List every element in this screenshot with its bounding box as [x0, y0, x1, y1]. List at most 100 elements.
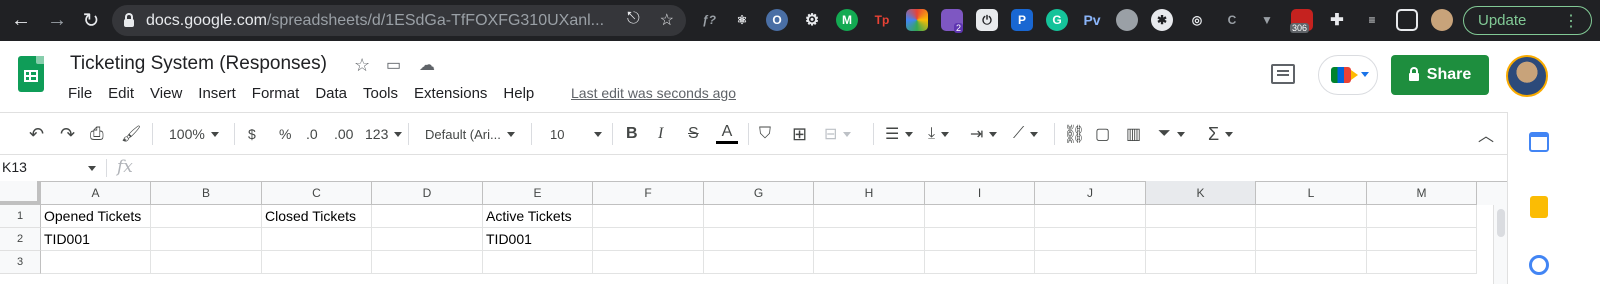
- cell-k2[interactable]: [1146, 228, 1256, 251]
- account-avatar[interactable]: [1506, 55, 1548, 97]
- text-wrap-icon[interactable]: ⇥: [970, 113, 998, 155]
- extension-o-icon[interactable]: O: [766, 9, 788, 31]
- cell-d3[interactable]: [372, 251, 483, 274]
- circle-extension-icon[interactable]: [1116, 9, 1138, 31]
- fill-color-icon[interactable]: ⛉: [759, 113, 771, 155]
- cell-m3[interactable]: [1367, 251, 1477, 274]
- reload-icon[interactable]: ↻: [76, 5, 106, 35]
- column-header-m[interactable]: M: [1367, 181, 1477, 205]
- cell-l1[interactable]: [1256, 205, 1367, 228]
- tp-extension-icon[interactable]: Tp: [871, 9, 893, 31]
- color-extension-icon[interactable]: [906, 9, 928, 31]
- mongodb-extension-icon[interactable]: M: [836, 9, 858, 31]
- share-button[interactable]: Share: [1391, 55, 1489, 95]
- cell-a1[interactable]: Opened Tickets: [41, 205, 151, 228]
- calendar-icon[interactable]: [1529, 132, 1549, 152]
- column-header-e[interactable]: E: [483, 181, 593, 205]
- cell-j2[interactable]: [1035, 228, 1146, 251]
- cell-a3[interactable]: [41, 251, 151, 274]
- profile-avatar-icon[interactable]: [1431, 9, 1453, 31]
- name-box[interactable]: K13: [0, 159, 100, 179]
- vue-extension-icon[interactable]: ▼: [1256, 9, 1278, 31]
- move-folder-icon[interactable]: ▭: [386, 55, 401, 75]
- borders-icon[interactable]: ⊞: [792, 113, 807, 155]
- meet-button[interactable]: [1318, 55, 1378, 95]
- bold-button[interactable]: B: [626, 113, 638, 155]
- decrease-decimal-button[interactable]: .0: [306, 113, 318, 155]
- cell-b1[interactable]: [151, 205, 262, 228]
- font-size-select[interactable]: 10: [550, 113, 602, 155]
- cell-m1[interactable]: [1367, 205, 1477, 228]
- insert-comment-icon[interactable]: ▢: [1095, 113, 1110, 155]
- media-queue-icon[interactable]: ≡: [1361, 9, 1383, 31]
- cell-i3[interactable]: [925, 251, 1035, 274]
- column-header-b[interactable]: B: [151, 181, 262, 205]
- formula-extension-icon[interactable]: ƒ?: [698, 9, 720, 31]
- c-extension-icon[interactable]: C: [1221, 9, 1243, 31]
- grammarly-icon[interactable]: G: [1046, 9, 1068, 31]
- menu-help[interactable]: Help: [495, 83, 542, 105]
- paint-format-icon[interactable]: 🖌: [121, 113, 141, 155]
- column-header-h[interactable]: H: [814, 181, 925, 205]
- tasks-icon[interactable]: [1529, 255, 1549, 275]
- bookmark-star-icon[interactable]: ☆: [660, 10, 674, 30]
- row-header-1[interactable]: 1: [0, 205, 41, 228]
- cell-c3[interactable]: [262, 251, 372, 274]
- column-header-c[interactable]: C: [262, 181, 372, 205]
- cell-f2[interactable]: [593, 228, 704, 251]
- column-header-j[interactable]: J: [1035, 181, 1146, 205]
- column-header-a[interactable]: A: [41, 181, 151, 205]
- cell-b3[interactable]: [151, 251, 262, 274]
- menu-insert[interactable]: Insert: [190, 83, 244, 105]
- collapse-menus-icon[interactable]: ︿: [1478, 113, 1494, 155]
- cell-j3[interactable]: [1035, 251, 1146, 274]
- vertical-scrollbar[interactable]: [1493, 205, 1507, 284]
- select-all-corner[interactable]: [0, 181, 41, 205]
- cell-e2[interactable]: TID001: [483, 228, 593, 251]
- menu-edit[interactable]: Edit: [100, 83, 142, 105]
- glasses-extension-icon[interactable]: ◎: [1186, 9, 1208, 31]
- cell-h2[interactable]: [814, 228, 925, 251]
- vertical-align-icon[interactable]: ⤓: [928, 113, 950, 155]
- address-bar[interactable]: docs.google.com /spreadsheets/d/1ESdGa-T…: [112, 5, 686, 36]
- functions-icon[interactable]: Σ: [1208, 113, 1234, 155]
- undo-icon[interactable]: ↶: [29, 113, 44, 155]
- pv-extension-icon[interactable]: Pv: [1081, 9, 1103, 31]
- update-button[interactable]: Update ⋮: [1463, 6, 1592, 35]
- column-header-d[interactable]: D: [372, 181, 483, 205]
- column-header-i[interactable]: I: [925, 181, 1035, 205]
- cell-f3[interactable]: [593, 251, 704, 274]
- zoom-select[interactable]: 100%: [169, 113, 219, 155]
- menu-file[interactable]: File: [60, 83, 100, 105]
- cell-i2[interactable]: [925, 228, 1035, 251]
- cell-k1[interactable]: [1146, 205, 1256, 228]
- cell-e1[interactable]: Active Tickets: [483, 205, 593, 228]
- more-formats-select[interactable]: 123: [365, 113, 403, 155]
- react-devtools-icon[interactable]: ⚛: [731, 9, 753, 31]
- cell-h1[interactable]: [814, 205, 925, 228]
- insert-link-icon[interactable]: ⛓: [1063, 113, 1086, 155]
- cell-k3[interactable]: [1146, 251, 1256, 274]
- column-header-g[interactable]: G: [704, 181, 814, 205]
- cell-f1[interactable]: [593, 205, 704, 228]
- cloud-status-icon[interactable]: ☁: [419, 55, 435, 75]
- column-header-l[interactable]: L: [1256, 181, 1367, 205]
- sheets-logo-icon[interactable]: [18, 56, 44, 92]
- text-color-button[interactable]: A: [716, 113, 738, 155]
- column-header-k[interactable]: K: [1146, 181, 1256, 205]
- p-extension-icon[interactable]: P: [1011, 9, 1033, 31]
- cell-g2[interactable]: [704, 228, 814, 251]
- font-family-select[interactable]: Default (Ari...: [425, 113, 515, 155]
- cell-j1[interactable]: [1035, 205, 1146, 228]
- cell-l3[interactable]: [1256, 251, 1367, 274]
- cell-a2[interactable]: TID001: [41, 228, 151, 251]
- row-header-2[interactable]: 2: [0, 228, 41, 251]
- cell-m2[interactable]: [1367, 228, 1477, 251]
- cell-g1[interactable]: [704, 205, 814, 228]
- merge-cells-icon[interactable]: ⊟: [824, 113, 852, 155]
- menu-data[interactable]: Data: [307, 83, 355, 105]
- comments-icon[interactable]: [1271, 64, 1295, 84]
- print-icon[interactable]: ⎙: [90, 113, 104, 155]
- cell-e3[interactable]: [483, 251, 593, 274]
- cell-d1[interactable]: [372, 205, 483, 228]
